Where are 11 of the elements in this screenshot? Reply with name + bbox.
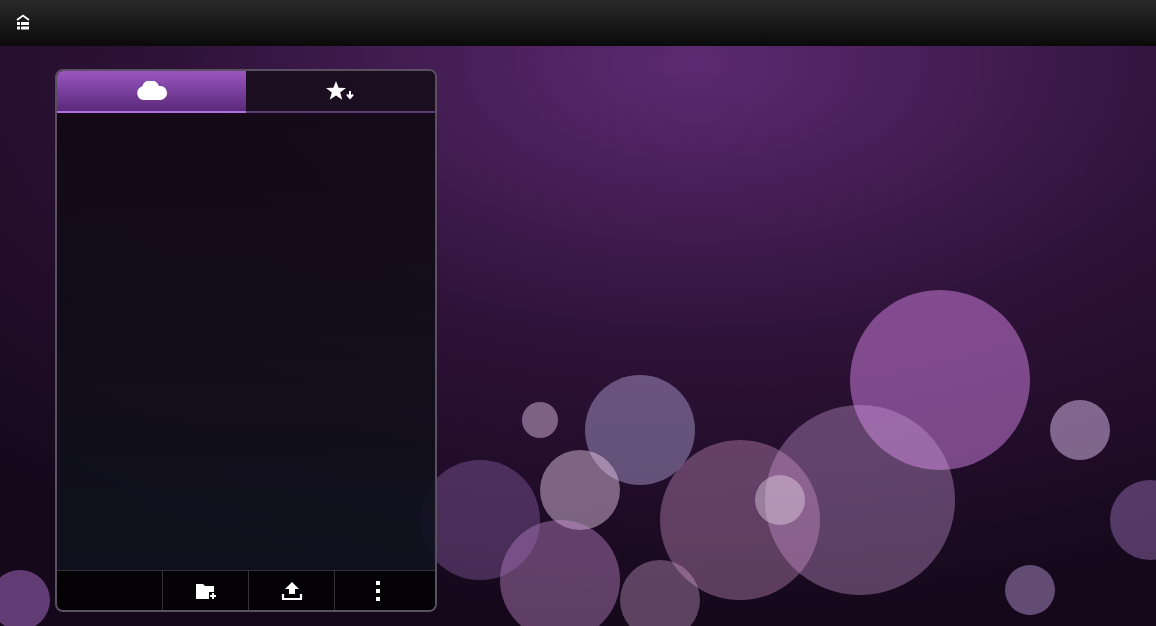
- folder-plus-icon: [194, 581, 217, 600]
- bokeh-light: [1005, 565, 1055, 615]
- panel-tab[interactable]: [57, 71, 246, 113]
- cloud-icon: [134, 81, 169, 101]
- panel-tab[interactable]: [246, 71, 435, 113]
- home-icon[interactable]: [14, 14, 32, 32]
- more-icon: [374, 580, 381, 601]
- bokeh-light: [0, 570, 50, 626]
- bokeh-light: [1050, 400, 1110, 460]
- bokeh-light: [522, 402, 558, 438]
- upload-icon: [280, 580, 303, 601]
